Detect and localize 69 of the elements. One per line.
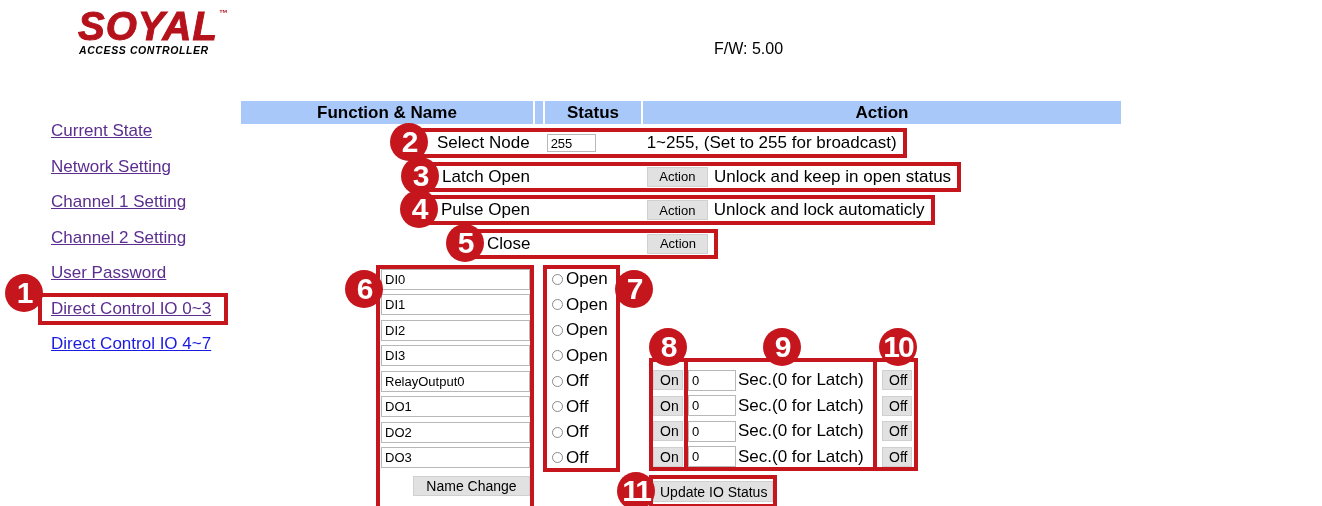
off-button[interactable]: Off: [882, 446, 912, 467]
action-description: Unlock and lock automaticly: [713, 200, 925, 220]
status-radio[interactable]: Off: [552, 422, 589, 442]
function-label: Close: [486, 233, 531, 254]
off-button[interactable]: Off: [882, 395, 912, 416]
node-hint: 1~255, (Set to 255 for broadcast): [646, 133, 897, 153]
status-radio[interactable]: Off: [552, 396, 589, 417]
io-name-field[interactable]: RelayOutput0: [381, 370, 530, 392]
status-radio[interactable]: Open: [552, 320, 608, 340]
callout-badge: 5: [446, 223, 484, 262]
seconds-field[interactable]: 0: [688, 369, 736, 391]
empty-column-header: [535, 101, 543, 124]
nav-link[interactable]: Network Setting: [51, 156, 171, 176]
seconds-field[interactable]: 0: [688, 446, 736, 467]
column-header: Function & Name: [241, 101, 533, 124]
status-radio[interactable]: Open: [552, 269, 608, 289]
callout-badge: 6: [345, 269, 383, 308]
action-button[interactable]: Action: [646, 166, 708, 187]
callout-badge: 1: [5, 273, 43, 312]
callout-badge: 11: [617, 472, 655, 506]
column-header: Status: [545, 101, 641, 124]
nav-link[interactable]: Channel 1 Setting: [51, 192, 187, 211]
nav-link[interactable]: User Password: [51, 263, 167, 282]
status-radio[interactable]: Off: [552, 447, 589, 468]
seconds-unit: Sec.(0 for Latch): [738, 395, 864, 416]
firmware-version: F/W: 5.00: [714, 39, 784, 58]
seconds-field[interactable]: 0: [688, 395, 736, 416]
column-header: Action: [643, 101, 1121, 124]
seconds-field[interactable]: 0: [688, 420, 736, 442]
function-label: Select Node: [436, 133, 530, 153]
update-button[interactable]: Update IO Status: [653, 481, 773, 502]
callout-badge: 2: [390, 123, 428, 161]
action-button[interactable]: Action: [647, 233, 709, 254]
status-radio[interactable]: Off: [552, 371, 589, 391]
on-button[interactable]: On: [653, 421, 683, 441]
action-button[interactable]: Action: [646, 200, 708, 220]
name-change-button[interactable]: Name Change: [413, 476, 530, 496]
logo: SOYAL™ ACCESS CONTROLLER: [78, 3, 229, 58]
callout-badge: 8: [649, 327, 687, 366]
callout-badge: 9: [763, 327, 801, 366]
io-name-field[interactable]: DI3: [381, 345, 530, 366]
io-name-field[interactable]: DO1: [381, 396, 530, 417]
off-button[interactable]: Off: [882, 370, 912, 390]
function-label: Latch Open: [441, 166, 530, 187]
seconds-unit: Sec.(0 for Latch): [738, 370, 864, 390]
status-radio[interactable]: Open: [552, 294, 608, 315]
callout-badge: 10: [879, 327, 917, 366]
nav-link[interactable]: Current State: [51, 121, 153, 140]
function-label: Pulse Open: [440, 200, 530, 220]
nav-link[interactable]: Direct Control IO 0~3: [51, 298, 212, 318]
io-name-field[interactable]: DI0: [381, 268, 530, 290]
on-button[interactable]: On: [653, 370, 683, 390]
io-name-field[interactable]: DO2: [381, 421, 530, 443]
seconds-unit: Sec.(0 for Latch): [738, 421, 864, 441]
io-name-field[interactable]: DI2: [381, 319, 530, 341]
callout-badge: 7: [615, 269, 653, 308]
on-button[interactable]: On: [653, 446, 683, 467]
status-radio[interactable]: Open: [552, 345, 608, 366]
action-description: Unlock and keep in open status: [713, 166, 952, 187]
io-name-field[interactable]: DO3: [381, 447, 530, 468]
callout-badge: 3: [401, 156, 439, 195]
nav-link[interactable]: Direct Control IO 4~7: [51, 334, 212, 353]
node-field[interactable]: 255: [546, 134, 596, 152]
off-button[interactable]: Off: [882, 421, 912, 441]
nav-link[interactable]: Channel 2 Setting: [51, 227, 187, 247]
on-button[interactable]: On: [653, 395, 683, 416]
io-name-field[interactable]: DI1: [381, 294, 530, 315]
seconds-unit: Sec.(0 for Latch): [738, 446, 864, 467]
callout-badge: 4: [400, 190, 438, 228]
